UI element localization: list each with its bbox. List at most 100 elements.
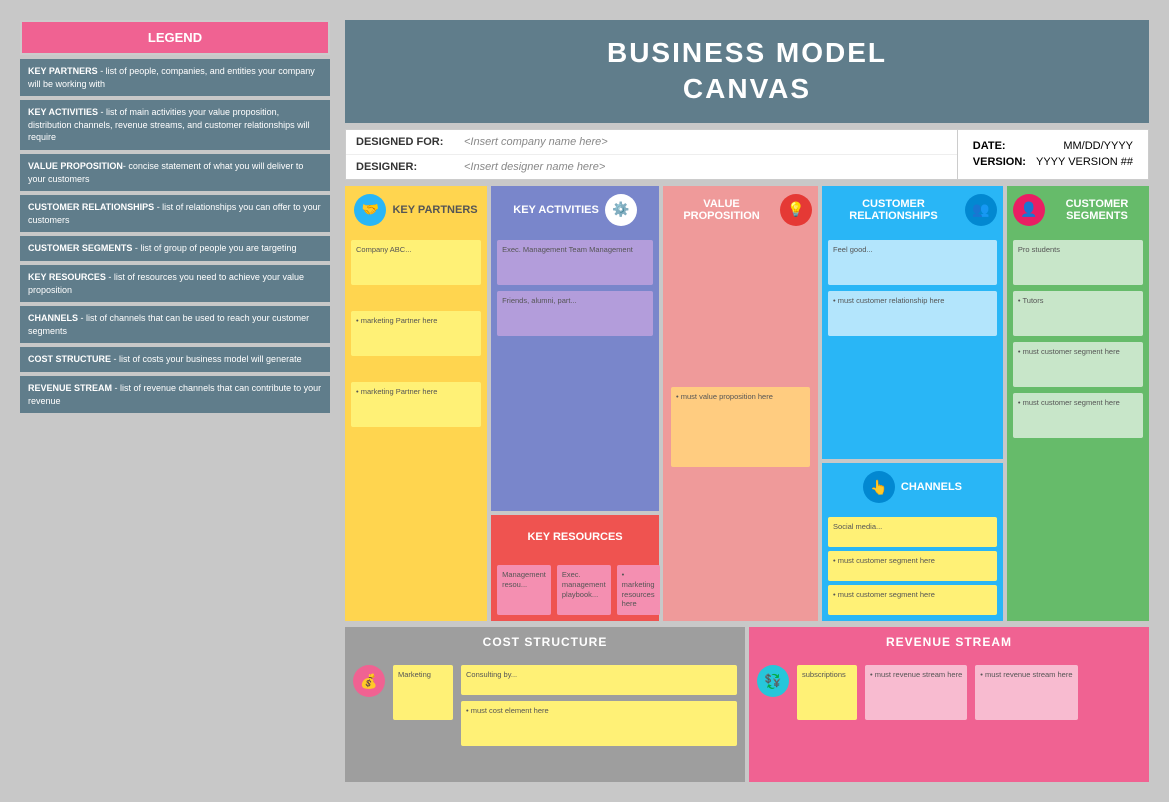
- customer-relationships-body: Feel good... • must customer relationshi…: [822, 234, 1003, 459]
- value-proposition-label: VALUE PROPOSITION: [669, 198, 774, 222]
- cs-sticky-4[interactable]: • must customer segment here: [1013, 393, 1143, 438]
- info-right: DATE: MM/DD/YYYY VERSION: YYYY VERSION #…: [957, 130, 1148, 179]
- legend-item-key-activities: KEY ACTIVITIES - list of main activities…: [20, 100, 330, 150]
- designer-field: DESIGNER: <Insert designer name here>: [346, 155, 957, 179]
- channels-icon: 👆: [863, 471, 895, 503]
- ch-sticky-2[interactable]: • must customer segment here: [828, 551, 997, 581]
- customer-segments-label: CUSTOMER SEGMENTS: [1051, 198, 1143, 222]
- revenue-stream-label: REVENUE STREAM: [886, 635, 1012, 649]
- kp-sticky-3[interactable]: • marketing Partner here: [351, 382, 481, 427]
- kp-sticky-2[interactable]: • marketing Partner here: [351, 311, 481, 356]
- ch-sticky-1[interactable]: Social media...: [828, 517, 997, 547]
- date-row: DATE: MM/DD/YYYY: [973, 140, 1133, 152]
- key-partners-body: Company ABC... • marketing Partner here …: [345, 234, 487, 621]
- customer-segments-body: Pro students • Tutors • must customer se…: [1007, 234, 1149, 621]
- cs-sticky-2[interactable]: • Tutors: [1013, 291, 1143, 336]
- legend-item-customer-segments: CUSTOMER SEGMENTS - list of group of peo…: [20, 236, 330, 261]
- key-partners-section: 🤝 KEY PARTNERS Company ABC... • marketin…: [345, 186, 487, 621]
- key-activities-section: KEY ACTIVITIES ⚙️ Exec. Management Team …: [491, 186, 659, 511]
- legend-item-revenue-stream: REVENUE STREAM - list of revenue channel…: [20, 376, 330, 413]
- cost-icon: 💰: [353, 665, 385, 697]
- designed-for-label: DESIGNED FOR:: [356, 136, 456, 148]
- rev-sticky-1[interactable]: subscriptions: [797, 665, 857, 720]
- cost-structure-section: COST STRUCTURE 💰 Marketing Consulting by…: [345, 627, 745, 782]
- info-left: DESIGNED FOR: <Insert company name here>…: [346, 130, 957, 179]
- cost-structure-header: COST STRUCTURE: [345, 627, 745, 657]
- channels-body: Social media... • must customer segment …: [822, 511, 1003, 621]
- cost-sticky-1[interactable]: Marketing: [393, 665, 453, 720]
- bottom-section: COST STRUCTURE 💰 Marketing Consulting by…: [345, 627, 1149, 782]
- value-proposition-body: • must value proposition here: [663, 234, 818, 621]
- legend-item-channels: CHANNELS - list of channels that can be …: [20, 306, 330, 343]
- revenue-icon: 💱: [757, 665, 789, 697]
- key-partners-icon: 🤝: [354, 194, 386, 226]
- ka-sticky-2[interactable]: Friends, alumni, part...: [497, 291, 653, 336]
- cost-structure-body: 💰 Marketing Consulting by... • must cost…: [345, 657, 745, 782]
- channels-header: 👆 CHANNELS: [822, 463, 1003, 511]
- kp-sticky-1[interactable]: Company ABC...: [351, 240, 481, 285]
- version-value: YYYY VERSION ##: [1036, 156, 1133, 168]
- value-proposition-section: VALUE PROPOSITION 💡 • must value proposi…: [663, 186, 818, 621]
- middle-column: KEY ACTIVITIES ⚙️ Exec. Management Team …: [491, 186, 659, 621]
- ch-sticky-3[interactable]: • must customer segment here: [828, 585, 997, 615]
- customer-relationships-section: CUSTOMER RELATIONSHIPS 👥 Feel good... • …: [822, 186, 1003, 459]
- cs-sticky-1[interactable]: Pro students: [1013, 240, 1143, 285]
- version-row: VERSION: YYYY VERSION ##: [973, 156, 1133, 168]
- key-resources-label: KEY RESOURCES: [527, 531, 622, 543]
- key-partners-header: 🤝 KEY PARTNERS: [345, 186, 487, 234]
- legend-title: LEGEND: [20, 20, 330, 55]
- legend-item-key-partners: KEY PARTNERS - list of people, companies…: [20, 59, 330, 96]
- key-activities-icon: ⚙️: [605, 194, 637, 226]
- customer-segments-section: 👤 CUSTOMER SEGMENTS Pro students • Tutor…: [1007, 186, 1149, 621]
- right-column: CUSTOMER RELATIONSHIPS 👥 Feel good... • …: [822, 186, 1003, 621]
- key-activities-label: KEY ACTIVITIES: [513, 204, 599, 216]
- cs-sticky-3[interactable]: • must customer segment here: [1013, 342, 1143, 387]
- channels-section: 👆 CHANNELS Social media... • must custom…: [822, 463, 1003, 621]
- key-resources-body: Management resou... Exec. management pla…: [491, 559, 659, 621]
- kr-sticky-1[interactable]: Management resou...: [497, 565, 551, 615]
- ka-sticky-1[interactable]: Exec. Management Team Management: [497, 240, 653, 285]
- value-proposition-icon: 💡: [780, 194, 812, 226]
- canvas-panel: BUSINESS MODEL CANVAS DESIGNED FOR: <Ins…: [345, 20, 1149, 782]
- revenue-stream-header: REVENUE STREAM: [749, 627, 1149, 657]
- designed-for-field: DESIGNED FOR: <Insert company name here>: [346, 130, 957, 155]
- cr-sticky-1[interactable]: Feel good...: [828, 240, 997, 285]
- date-value: MM/DD/YYYY: [1063, 140, 1133, 152]
- key-resources-header: KEY RESOURCES: [491, 515, 659, 559]
- cost-sticky-consulting[interactable]: Consulting by...: [461, 665, 737, 695]
- customer-segments-header: 👤 CUSTOMER SEGMENTS: [1007, 186, 1149, 234]
- rev-sticky-2[interactable]: • must revenue stream here: [865, 665, 967, 720]
- channels-label: CHANNELS: [901, 481, 962, 493]
- customer-relationships-label: CUSTOMER RELATIONSHIPS: [828, 198, 959, 222]
- legend-item-customer-relationships: CUSTOMER RELATIONSHIPS - list of relatio…: [20, 195, 330, 232]
- legend-item-value-proposition: VALUE PROPOSITION- concise statement of …: [20, 154, 330, 191]
- vp-sticky-1[interactable]: • must value proposition here: [671, 387, 810, 467]
- customer-relationships-icon: 👥: [965, 194, 997, 226]
- canvas-main-grid: 🤝 KEY PARTNERS Company ABC... • marketin…: [345, 186, 1149, 621]
- date-label: DATE:: [973, 140, 1006, 152]
- cr-sticky-2[interactable]: • must customer relationship here: [828, 291, 997, 336]
- legend-item-key-resources: KEY RESOURCES - list of resources you ne…: [20, 265, 330, 302]
- revenue-stream-section: REVENUE STREAM 💱 subscriptions • must re…: [749, 627, 1149, 782]
- legend-item-cost-structure: COST STRUCTURE - list of costs your busi…: [20, 347, 330, 372]
- key-activities-header: KEY ACTIVITIES ⚙️: [491, 186, 659, 234]
- designer-label: DESIGNER:: [356, 161, 456, 173]
- customer-segments-icon: 👤: [1013, 194, 1045, 226]
- key-activities-body: Exec. Management Team Management Friends…: [491, 234, 659, 511]
- designed-for-value: <Insert company name here>: [464, 136, 608, 148]
- canvas-title: BUSINESS MODEL CANVAS: [345, 20, 1149, 123]
- kr-sticky-2[interactable]: Exec. management playbook...: [557, 565, 611, 615]
- value-proposition-header: VALUE PROPOSITION 💡: [663, 186, 818, 234]
- cost-sticky-2[interactable]: • must cost element here: [461, 701, 737, 746]
- designer-value: <Insert designer name here>: [464, 161, 605, 173]
- customer-relationships-header: CUSTOMER RELATIONSHIPS 👥: [822, 186, 1003, 234]
- legend-panel: LEGEND KEY PARTNERS - list of people, co…: [20, 20, 330, 782]
- kr-sticky-3[interactable]: • marketing resources here: [617, 565, 660, 615]
- cost-right-stickies: Consulting by... • must cost element her…: [461, 665, 737, 746]
- version-label: VERSION:: [973, 156, 1026, 168]
- cost-structure-label: COST STRUCTURE: [483, 635, 608, 649]
- key-resources-section: KEY RESOURCES Management resou... Exec. …: [491, 515, 659, 621]
- rev-sticky-3[interactable]: • must revenue stream here: [975, 665, 1077, 720]
- revenue-stream-body: 💱 subscriptions • must revenue stream he…: [749, 657, 1149, 782]
- info-row: DESIGNED FOR: <Insert company name here>…: [345, 129, 1149, 180]
